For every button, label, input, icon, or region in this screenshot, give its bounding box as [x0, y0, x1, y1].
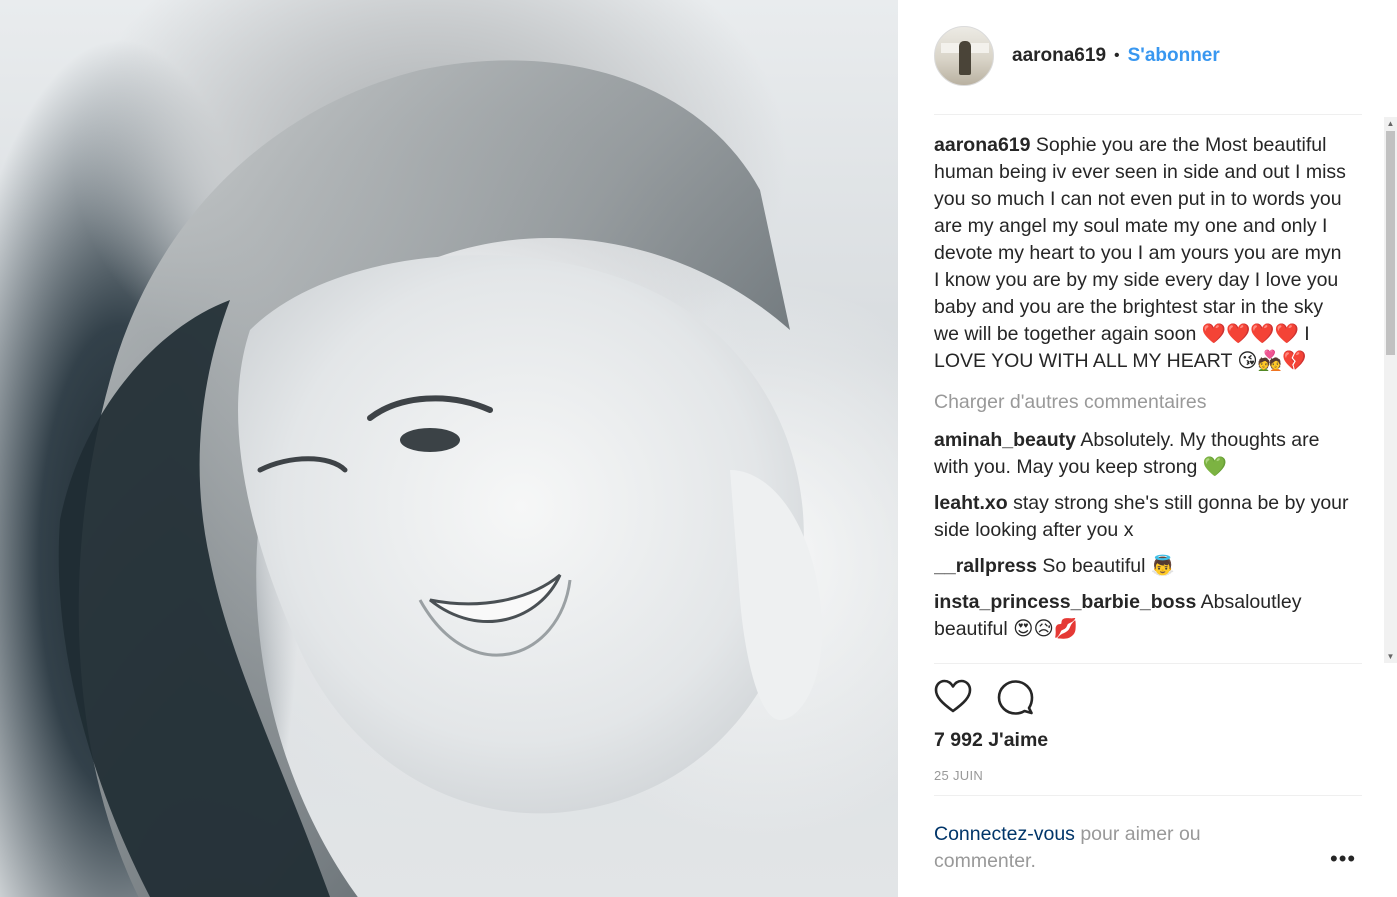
comment-username-link[interactable]: __rallpress: [934, 555, 1037, 577]
post-caption: aarona619 Sophie you are the Most beauti…: [934, 132, 1352, 375]
scroll-down-arrow-icon[interactable]: ▼: [1384, 650, 1397, 663]
header-separator: •: [1114, 47, 1120, 64]
header-divider: [934, 114, 1362, 115]
post-date[interactable]: 25 JUIN: [934, 768, 983, 783]
post-header: aarona619 • S'abonner: [934, 26, 1220, 86]
portrait-image: [58, 60, 822, 897]
comment-item: insta_princess_barbie_boss Absaloutley b…: [934, 589, 1352, 643]
login-link[interactable]: Connectez-vous: [934, 823, 1075, 845]
post-side-panel: aarona619 • S'abonner aarona619 Sophie y…: [898, 0, 1397, 897]
load-more-comments-button[interactable]: Charger d'autres commentaires: [934, 389, 1352, 416]
post-actions: [934, 678, 1034, 716]
comment-username-link[interactable]: leaht.xo: [934, 492, 1008, 514]
comments-list[interactable]: aarona619 Sophie you are the Most beauti…: [934, 132, 1352, 664]
header-username-link[interactable]: aarona619: [1012, 45, 1106, 67]
post-photo[interactable]: [0, 0, 898, 897]
comment-text: So beautiful 👼: [1042, 555, 1176, 577]
caption-username-link[interactable]: aarona619: [934, 134, 1030, 156]
footer-divider: [934, 795, 1362, 796]
comment-item: __rallpress So beautiful 👼: [934, 553, 1352, 580]
follow-button[interactable]: S'abonner: [1128, 45, 1220, 67]
comments-scrollbar[interactable]: ▲ ▼: [1384, 117, 1397, 663]
scrollbar-thumb[interactable]: [1386, 131, 1395, 355]
login-prompt: Connectez-vous pour aimer ou commenter.: [934, 821, 1264, 875]
caption-text: Sophie you are the Most beautiful human …: [934, 134, 1346, 372]
comment-item: aminah_beauty Absolutely. My thoughts ar…: [934, 427, 1352, 481]
comment-username-link[interactable]: insta_princess_barbie_boss: [934, 591, 1196, 613]
heart-icon[interactable]: [934, 678, 972, 716]
comment-item: leaht.xo stay strong she's still gonna b…: [934, 490, 1352, 544]
scroll-up-arrow-icon[interactable]: ▲: [1384, 117, 1397, 130]
comment-username-link[interactable]: aminah_beauty: [934, 429, 1076, 451]
comments-divider: [934, 663, 1362, 664]
avatar[interactable]: [934, 26, 994, 86]
more-options-icon[interactable]: •••: [1330, 846, 1356, 872]
likes-count[interactable]: 7 992 J'aime: [934, 729, 1048, 752]
avatar-figure-shape: [959, 41, 971, 75]
comment-bubble-icon[interactable]: [996, 678, 1034, 716]
